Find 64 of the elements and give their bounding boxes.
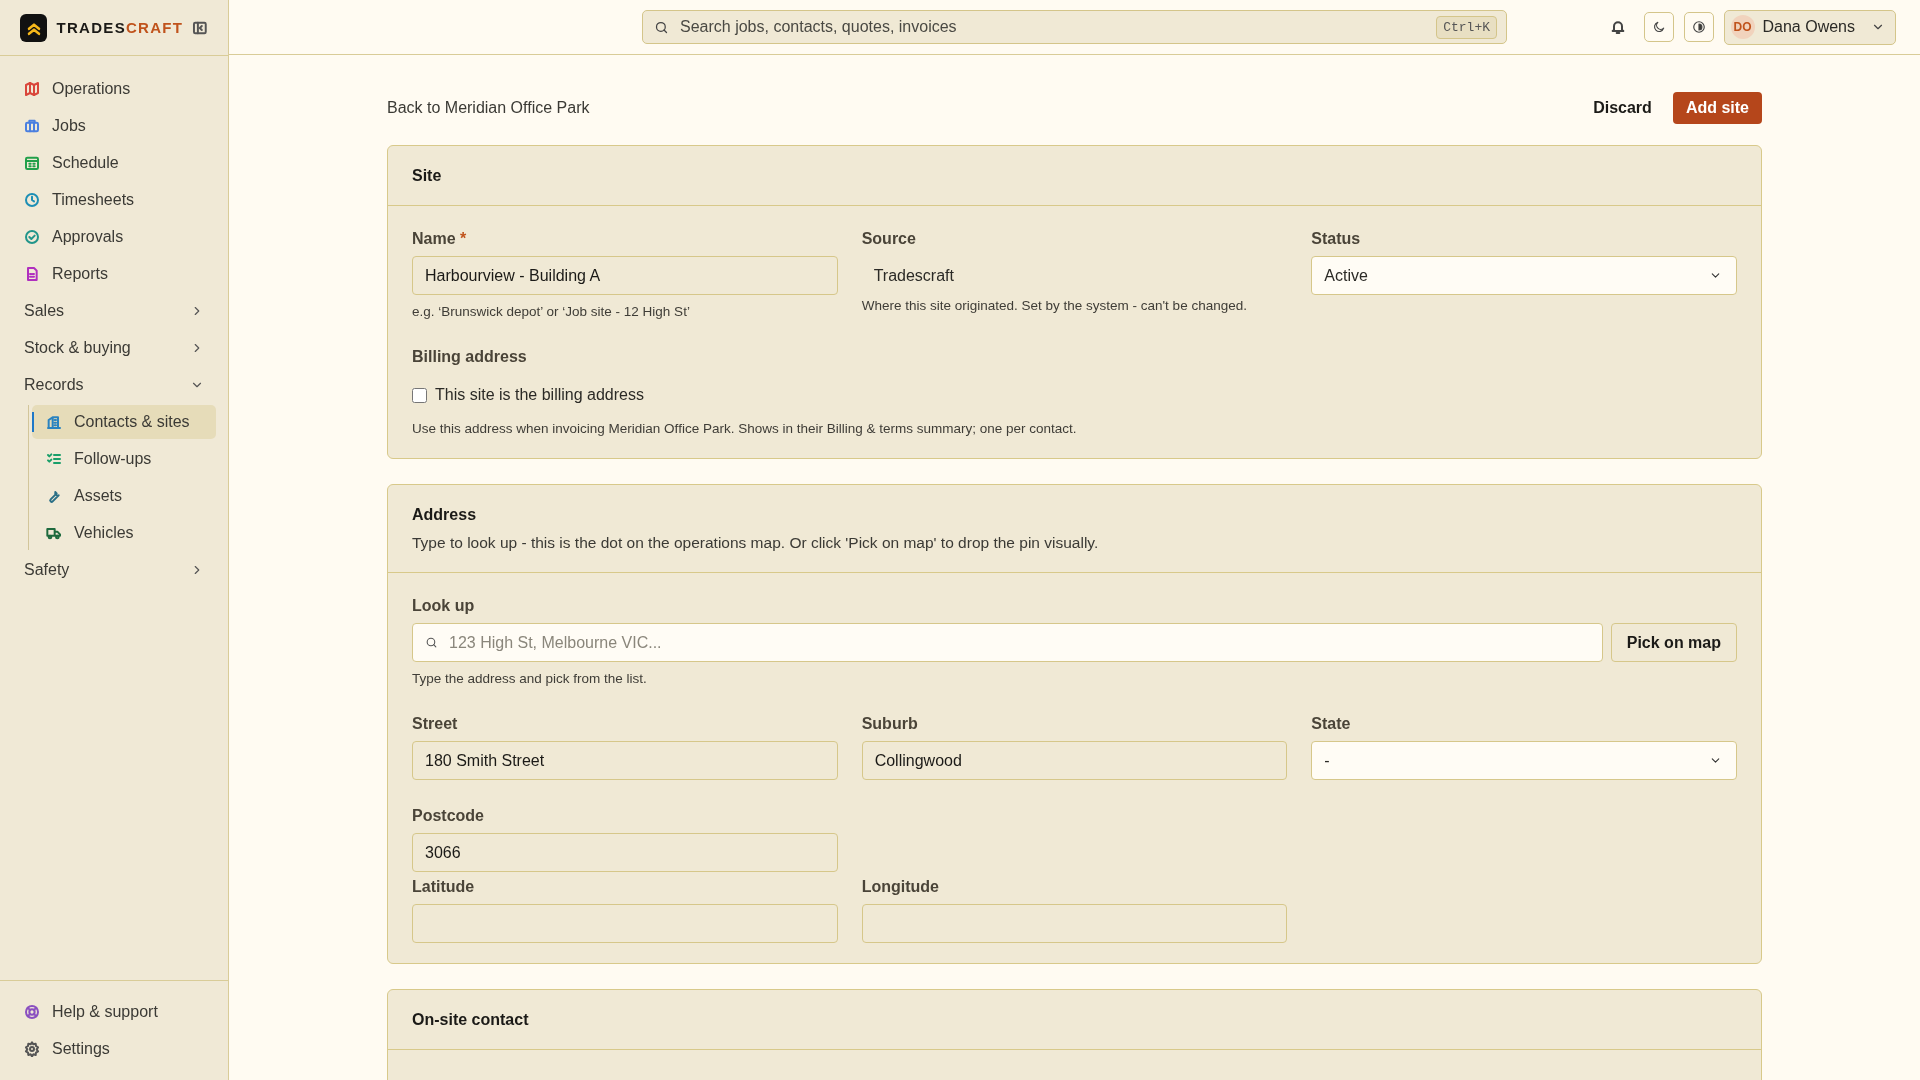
field-label: State (1311, 714, 1351, 734)
field-label: Source (861, 229, 916, 249)
moon-icon (1651, 20, 1666, 34)
section-title: Site (412, 166, 443, 186)
dropdown[interactable]: - (1311, 741, 1737, 780)
user-menu-button[interactable]: DO Dana Owens (1723, 9, 1896, 45)
field-label: Longitude (861, 877, 939, 897)
input-field[interactable] (412, 904, 838, 943)
input-field[interactable]: Collingwood (861, 741, 1288, 780)
theme-toggle-button[interactable] (1643, 12, 1674, 42)
nav-group[interactable]: Records (12, 368, 216, 402)
field-hint: e.g. ‘Brunswick depot’ or ‘Job site - 12 High St’ (412, 303, 690, 321)
nav-item[interactable]: Schedule (12, 146, 216, 180)
field-hint: Type the address and pick from the list. (412, 670, 647, 688)
nav-item[interactable]: Vehicles (32, 516, 216, 550)
section-title: On-site contact (412, 1010, 530, 1030)
pick-on-map-button[interactable]: Pick on map (1610, 623, 1737, 662)
field-label: Postcode (412, 806, 484, 826)
back-link[interactable]: Back to Meridian Office Park (387, 99, 590, 117)
address-search-field[interactable]: 123 High St, Melbourne VIC... (412, 623, 1603, 662)
read-only-value: Tradescraft (872, 265, 954, 286)
search-icon (425, 636, 438, 649)
nav-item[interactable]: Timesheets (12, 183, 216, 217)
field-label: Status (1311, 229, 1361, 249)
field-label: Street (412, 714, 458, 734)
brand-name: TRADESCRAFT (56, 19, 184, 36)
field-label: Latitude (412, 877, 475, 897)
search-icon (654, 20, 669, 35)
checkbox[interactable] (412, 387, 427, 403)
field-hint: Use this address when invoicing Meridian Office Park. Shows in their Billing & terms summary; one per contact. (412, 420, 1077, 438)
nav-item[interactable]: Settings (12, 1032, 216, 1066)
input-field[interactable] (861, 904, 1288, 943)
nav-group[interactable]: Sales (12, 294, 216, 328)
checkbox-label[interactable]: This site is the billing address (435, 386, 644, 404)
contrast-icon (1691, 20, 1706, 34)
nav-item[interactable]: Reports (12, 257, 216, 291)
input-field[interactable]: 180 Smith Street (412, 741, 838, 780)
user-avatar: DO (1730, 15, 1755, 39)
keyboard-shortcut: Ctrl+K (1436, 16, 1497, 39)
input-field[interactable]: Harbourview - Building A (412, 256, 838, 295)
collapse-sidebar-icon (192, 19, 208, 36)
nav-item[interactable]: Help & support (12, 995, 216, 1029)
nav-item[interactable]: Contacts & sites (32, 405, 216, 439)
field-hint: Where this site originated. Set by the system - can't be changed. (861, 297, 1247, 315)
dropdown[interactable]: Active (1311, 256, 1737, 295)
section-title: Address (412, 505, 478, 525)
input-field[interactable]: 3066 (412, 833, 838, 872)
nav-item[interactable]: Follow-ups (32, 442, 216, 476)
contrast-button[interactable] (1683, 12, 1714, 42)
field-label: Look up (412, 596, 475, 616)
add-button[interactable]: Add site (1672, 92, 1762, 124)
field-label: Suburb (861, 714, 918, 734)
nav-item[interactable]: Operations (12, 72, 216, 106)
nav-group[interactable]: Safety (12, 553, 216, 587)
nav-group[interactable]: Stock & buying (12, 331, 216, 365)
nav-item[interactable]: Approvals (12, 220, 216, 254)
nav-item[interactable]: Assets (32, 479, 216, 513)
bell-icon[interactable] (1609, 19, 1626, 35)
field-label: Name * (412, 229, 467, 249)
discard-button[interactable]: Discard (1580, 92, 1665, 124)
nav-item[interactable]: Jobs (12, 109, 216, 143)
section-description: Type to look up - this is the dot on the operations map. Or click 'Pick on map' to drop the pin visually. (412, 533, 1100, 553)
field-label: Billing address (412, 347, 527, 367)
user-name: Dana Owens (1762, 18, 1855, 36)
